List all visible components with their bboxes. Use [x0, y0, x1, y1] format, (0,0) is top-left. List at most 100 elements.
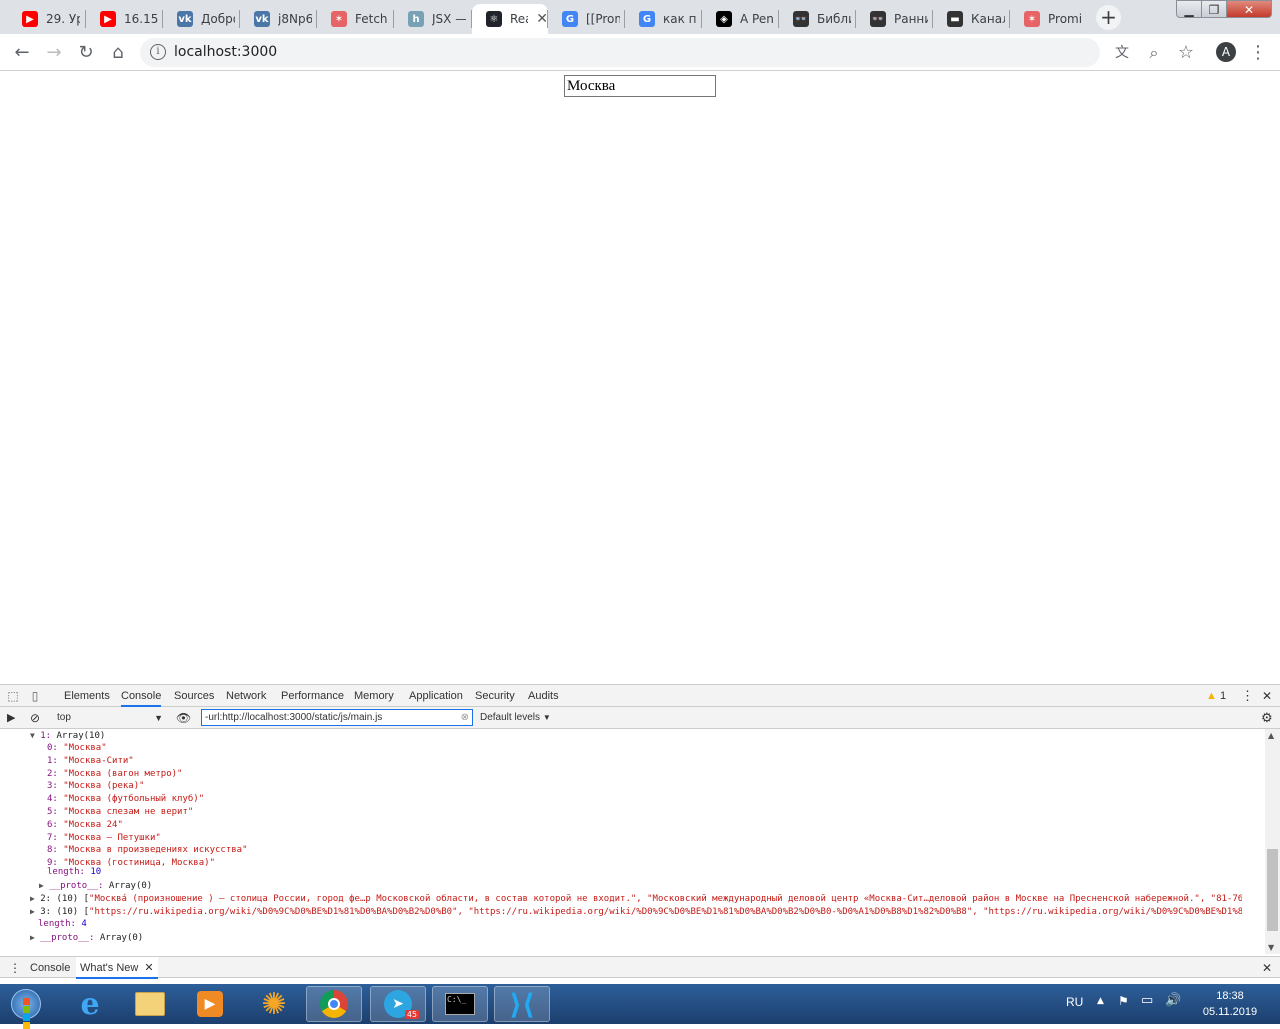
sidebar-toggle-icon[interactable]: ▶: [7, 707, 15, 729]
devtools-tab-sources[interactable]: Sources: [174, 685, 214, 707]
array-row-2[interactable]: ▶ 2: (10) ["Москва́ (произношение ) — ст…: [30, 892, 1242, 905]
browser-tab[interactable]: h JSX —: [394, 4, 472, 34]
devtools-tab-security[interactable]: Security: [475, 685, 515, 707]
new-tab-button[interactable]: +: [1096, 5, 1121, 30]
outer-proto-row[interactable]: ▶ __proto__: Array(0): [30, 931, 143, 944]
maximize-button[interactable]: ❐: [1201, 0, 1227, 18]
browser-tab[interactable]: vk j8Np6e: [240, 4, 318, 34]
devtools-tab-audits[interactable]: Audits: [528, 685, 559, 707]
network-icon[interactable]: ▭: [1141, 993, 1153, 1008]
clear-console-icon[interactable]: ⊘: [30, 707, 40, 729]
clear-filter-icon[interactable]: ⊗: [461, 710, 469, 725]
scroll-up-arrow-icon[interactable]: ▲: [1268, 731, 1274, 740]
devtools-close-icon[interactable]: ✕: [1262, 685, 1272, 707]
outer-length-value: 4: [81, 919, 87, 929]
taskbar-chrome[interactable]: [306, 986, 362, 1022]
browser-tab[interactable]: 👓 Библи: [779, 4, 857, 34]
devtools-menu-icon[interactable]: ⋮: [1241, 685, 1254, 707]
drawer-tab-whats-new[interactable]: What's New ✕: [76, 957, 158, 979]
close-icon[interactable]: ✕: [144, 962, 153, 974]
google-icon: G: [639, 11, 655, 27]
forward-arrow-icon[interactable]: →: [42, 41, 66, 65]
collapse-triangle-icon[interactable]: ▶: [30, 933, 35, 942]
browser-tab[interactable]: ◈ A Pen b: [702, 4, 780, 34]
zoom-icon[interactable]: ⌕: [1142, 41, 1166, 65]
translate-icon[interactable]: 文: [1110, 41, 1134, 65]
system-clock[interactable]: 18:38 05.11.2019: [1190, 988, 1270, 1020]
taskbar-telegram[interactable]: ➤ 45: [370, 986, 426, 1022]
context-label: top: [57, 712, 71, 723]
site-info-icon[interactable]: i: [150, 44, 166, 60]
devtools-tab-application[interactable]: Application: [409, 685, 463, 707]
devtools-tab-memory[interactable]: Memory: [354, 685, 394, 707]
eye-icon[interactable]: 👁: [176, 707, 191, 729]
show-hidden-icons[interactable]: ▲: [1097, 996, 1104, 1006]
address-bar[interactable]: i localhost:3000: [140, 38, 1100, 67]
device-toolbar-icon[interactable]: ▯: [26, 685, 44, 707]
proto-row[interactable]: ▶ __proto__: Array(0): [39, 879, 152, 892]
url-text[interactable]: localhost:3000: [174, 44, 277, 60]
browser-tab[interactable]: ⚛Rea✕: [472, 4, 548, 34]
taskbar-cmd[interactable]: C:\_: [432, 986, 488, 1022]
item-key: 0:: [47, 743, 58, 753]
search-input[interactable]: [564, 75, 716, 97]
volume-icon[interactable]: 🔊: [1165, 993, 1181, 1008]
minimize-button[interactable]: ▁: [1176, 0, 1202, 18]
taskbar-media-player[interactable]: ▶: [182, 986, 238, 1022]
devtools-tab-network[interactable]: Network: [226, 685, 266, 707]
array-row-3[interactable]: ▶ 3: (10) ["https://ru.wikipedia.org/wik…: [30, 905, 1242, 918]
back-arrow-icon[interactable]: ←: [10, 41, 34, 65]
inspect-element-icon[interactable]: ⬚: [4, 685, 22, 707]
console-settings-icon[interactable]: ⚙: [1261, 707, 1273, 729]
collapse-triangle-icon[interactable]: ▶: [30, 907, 35, 916]
browser-tab[interactable]: ▬ Канал: [933, 4, 1011, 34]
row3-prefix: 3: (10) [: [40, 907, 90, 917]
devtools-tab-performance[interactable]: Performance: [281, 685, 344, 707]
collapse-triangle-icon[interactable]: ▶: [39, 881, 44, 890]
warning-count[interactable]: ▲ 1: [1206, 685, 1226, 707]
menu-kebab-icon[interactable]: ⋮: [1246, 41, 1270, 65]
browser-tab-strip: ▶29. Уро▶16.15:vkДоброvkj8Np6e✶Fetch AhJ…: [0, 0, 1280, 34]
reload-icon[interactable]: ↻: [74, 41, 98, 65]
scroll-down-arrow-icon[interactable]: ▼: [1268, 943, 1274, 952]
expand-triangle-icon[interactable]: ▼: [30, 731, 35, 740]
devtools-tab-elements[interactable]: Elements: [64, 685, 110, 707]
scrollbar-thumb[interactable]: [1267, 849, 1278, 931]
console-array-header[interactable]: ▼ 1: Array(10): [30, 729, 105, 742]
home-icon[interactable]: ⌂: [106, 41, 130, 65]
console-array-item: 1: "Москва-Сити": [47, 755, 134, 768]
tab-title: A Pen b: [740, 12, 774, 26]
taskbar-app-gear[interactable]: ✺: [246, 986, 302, 1022]
browser-tab[interactable]: ▶ 16.15:: [86, 4, 164, 34]
browser-tab[interactable]: ▶ 29. Уро: [8, 4, 86, 34]
browser-tab[interactable]: 👓 Ранни: [856, 4, 934, 34]
taskbar-ie[interactable]: e: [62, 986, 118, 1022]
action-center-icon[interactable]: ⚑: [1118, 994, 1129, 1008]
drawer-menu-icon[interactable]: ⋮: [9, 957, 21, 979]
profile-avatar[interactable]: A: [1216, 42, 1236, 62]
browser-tab[interactable]: G [[Prom: [548, 4, 626, 34]
clock-time: 18:38: [1216, 990, 1244, 1002]
browser-tab[interactable]: vk Добро: [163, 4, 241, 34]
close-window-button[interactable]: ✕: [1226, 0, 1272, 18]
console-filter-input[interactable]: -url:http://localhost:3000/static/js/mai…: [201, 709, 473, 726]
browser-tab[interactable]: ✶ Promis: [1010, 4, 1088, 34]
length-value: 10: [90, 867, 102, 877]
log-levels-select[interactable]: Default levels ▼: [480, 707, 551, 729]
context-select[interactable]: top ▼: [57, 707, 163, 729]
warning-count-label: 1: [1219, 690, 1227, 702]
item-value: "Москва (вагон метро)": [63, 768, 183, 779]
item-key: 4:: [47, 794, 58, 805]
console-scrollbar[interactable]: ▲ ▼: [1265, 729, 1280, 954]
drawer-tab-console[interactable]: Console: [30, 957, 70, 979]
collapse-triangle-icon[interactable]: ▶: [30, 894, 35, 903]
devtools-tab-console[interactable]: Console: [121, 685, 162, 707]
drawer-close-icon[interactable]: ✕: [1262, 957, 1272, 979]
language-indicator[interactable]: RU: [1066, 995, 1083, 1009]
taskbar-vscode[interactable]: ⟩⟨: [494, 986, 550, 1022]
taskbar-explorer[interactable]: [122, 986, 178, 1022]
bookmark-star-icon[interactable]: ☆: [1174, 41, 1198, 65]
browser-tab[interactable]: Gкак по: [625, 4, 703, 34]
start-button[interactable]: [4, 986, 48, 1029]
browser-tab[interactable]: ✶ Fetch A: [317, 4, 395, 34]
